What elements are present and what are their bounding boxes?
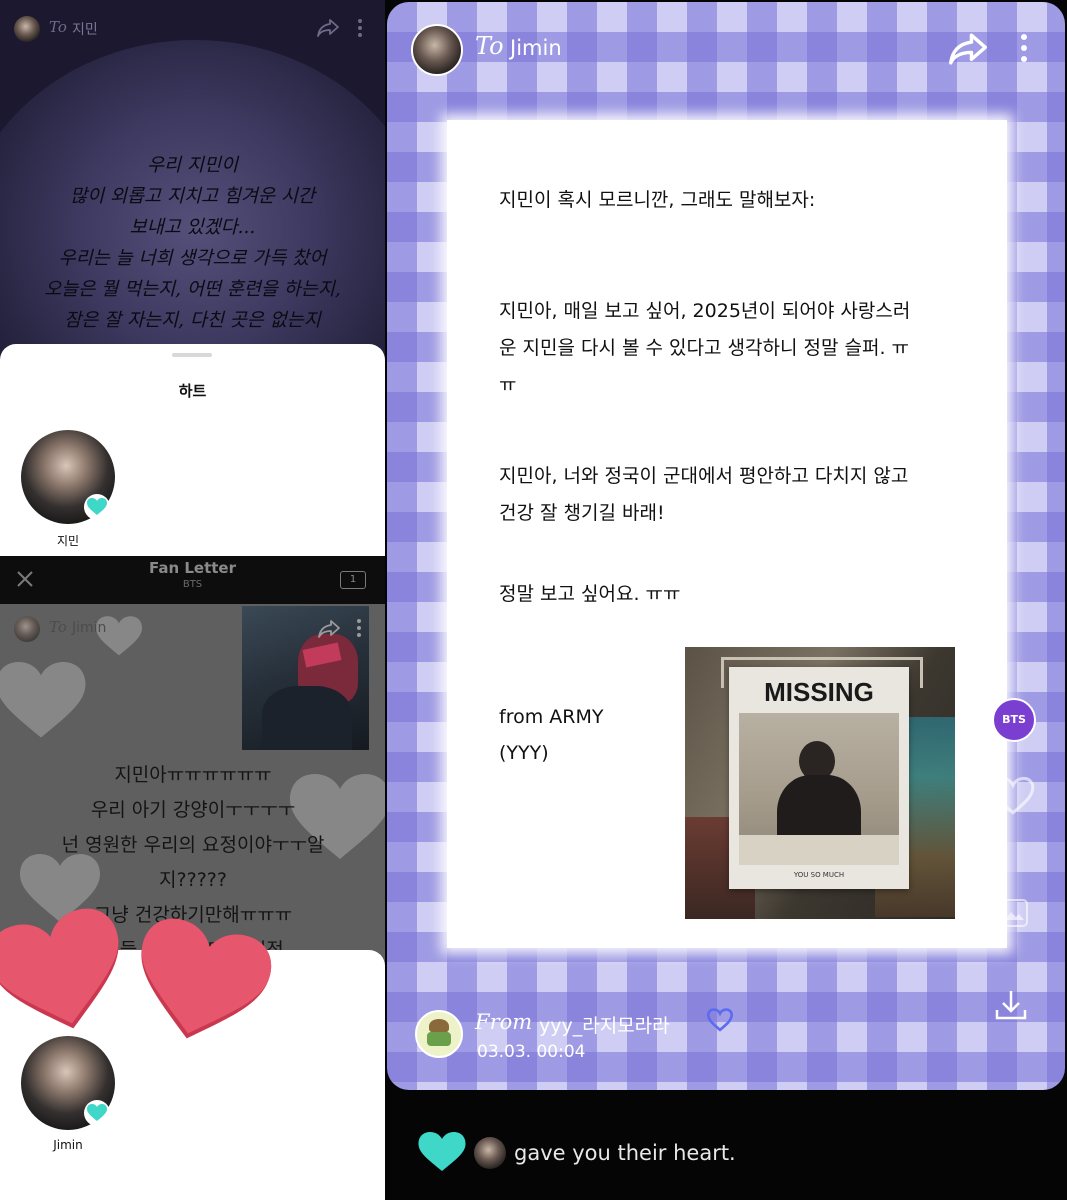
- letter-body: 지민이 혹시 모르니깐, 그래도 말해보자: 지민아, 매일 보고 싶어, 20…: [499, 182, 919, 661]
- missing-poster: MISSING YOU SO MUCH: [729, 667, 909, 889]
- poster-photo: [739, 713, 899, 865]
- poster-caption: YOU SO MUCH: [793, 871, 845, 879]
- letter-line: 지민아ㅠㅠㅠㅠㅠㅠ: [114, 764, 272, 786]
- letter-preview-panel: To 지민 우리 지민이 많이 외롭고 지치고 힘겨운 시간 보내고 있겠다..…: [0, 0, 385, 556]
- to-prefix: To: [49, 18, 67, 36]
- header-subtitle: BTS: [182, 579, 203, 590]
- letter-line: 우리는 늘 너희 생각으로 가득 찼어: [58, 248, 327, 269]
- letter-line: 지?????: [159, 869, 227, 891]
- sender-avatar[interactable]: [474, 1137, 506, 1169]
- letter-line: 오늘은 뭘 먹는지, 어떤 훈련을 하는지,: [44, 279, 341, 300]
- notification-text: gave you their heart.: [514, 1141, 736, 1165]
- more-icon[interactable]: [357, 18, 363, 42]
- more-icon[interactable]: [1020, 33, 1028, 67]
- sender-name[interactable]: yyy_라지모라라: [539, 1011, 670, 1038]
- letter-card: To Jimin 지민이 혹시 모르니깐, 그래도 말해보자: 지민아, 매일 …: [387, 2, 1065, 1090]
- heart-icon: [84, 494, 110, 520]
- background-heart: [0, 662, 86, 738]
- letter-line: 우리 아기 강양이ㅜㅜㅜㅜ: [90, 799, 296, 821]
- handwritten-letter: 우리 지민이 많이 외롭고 지치고 힘겨운 시간 보내고 있겠다... 우리는 …: [30, 150, 355, 336]
- heart-icon: [418, 1132, 466, 1176]
- user-name: 지민: [56, 534, 80, 548]
- letter-signature: from ARMY (YYY): [499, 699, 603, 771]
- poster-title: MISSING: [764, 677, 874, 707]
- recipient-avatar[interactable]: [411, 24, 463, 76]
- from-prefix: From: [475, 1010, 533, 1034]
- letter-line: 넌 영원한 우리의 요정이야ㅜㅜ알: [61, 834, 325, 856]
- letter-paragraph: 지민아, 매일 보고 싶어, 2025년이 되어야 사랑스러운 지민을 다시 볼…: [499, 300, 911, 396]
- recipient-avatar[interactable]: [14, 16, 40, 42]
- share-icon[interactable]: [316, 17, 340, 43]
- recipient-name: Jimin: [72, 620, 107, 636]
- sheet-handle[interactable]: [172, 353, 212, 357]
- sheet-title: 하트: [178, 382, 207, 400]
- letter-paragraph: 지민이 혹시 모르니깐, 그래도 말해보자:: [499, 189, 816, 211]
- letter-line: 많이 외롭고 지치고 힘겨운 시간: [70, 186, 315, 207]
- hearts-bottom-sheet: 하트 지민: [0, 344, 385, 556]
- user-name: Jimin: [53, 1138, 83, 1152]
- header-title: Fan Letter: [148, 559, 237, 577]
- letter-line: 우리 지민이: [147, 155, 238, 176]
- recipient-name: 지민: [72, 22, 98, 38]
- to-prefix: To: [49, 618, 67, 636]
- signature-line: (YYY): [499, 742, 549, 764]
- signature-line: from ARMY: [499, 706, 604, 728]
- download-icon[interactable]: [993, 988, 1029, 1026]
- share-icon[interactable]: [947, 30, 989, 72]
- letter-paragraph: 정말 보고 싶어요. ㅠㅠ: [499, 583, 681, 605]
- image-icon[interactable]: [999, 898, 1029, 932]
- heart-icon: [84, 1100, 110, 1126]
- verified-icon: [706, 1008, 734, 1036]
- letter-line: 잠은 잘 자는지, 다친 곳은 없는지: [64, 310, 321, 331]
- fan-letter-panel: Fan Letter BTS 1 To Jimin 지민아ㅠㅠㅠㅠㅠㅠ 우리 아…: [0, 556, 385, 1200]
- recipient-avatar[interactable]: [14, 616, 40, 642]
- attached-photo[interactable]: MISSING YOU SO MUCH: [685, 647, 955, 919]
- ticket-icon[interactable]: 1: [340, 571, 366, 589]
- letter-detail-panel: To Jimin 지민이 혹시 모르니깐, 그래도 말해보자: 지민아, 매일 …: [385, 0, 1067, 1200]
- heart-icon[interactable]: [991, 776, 1035, 820]
- attached-photo[interactable]: [242, 606, 369, 750]
- ticket-count: 1: [349, 574, 357, 585]
- sender-avatar[interactable]: [415, 1010, 463, 1058]
- letter-paragraph: 지민아, 너와 정국이 군대에서 평안하고 다치지 않고 건강 잘 챙기길 바래…: [499, 465, 909, 524]
- bts-badge[interactable]: BTS: [992, 698, 1036, 742]
- timestamp: 03.03. 00:04: [477, 1042, 586, 1062]
- share-icon[interactable]: [317, 618, 341, 644]
- more-icon[interactable]: [356, 618, 362, 642]
- to-prefix: To: [475, 32, 504, 60]
- recipient-name: Jimin: [510, 36, 562, 60]
- letter-line: 보내고 있겠다...: [129, 217, 256, 238]
